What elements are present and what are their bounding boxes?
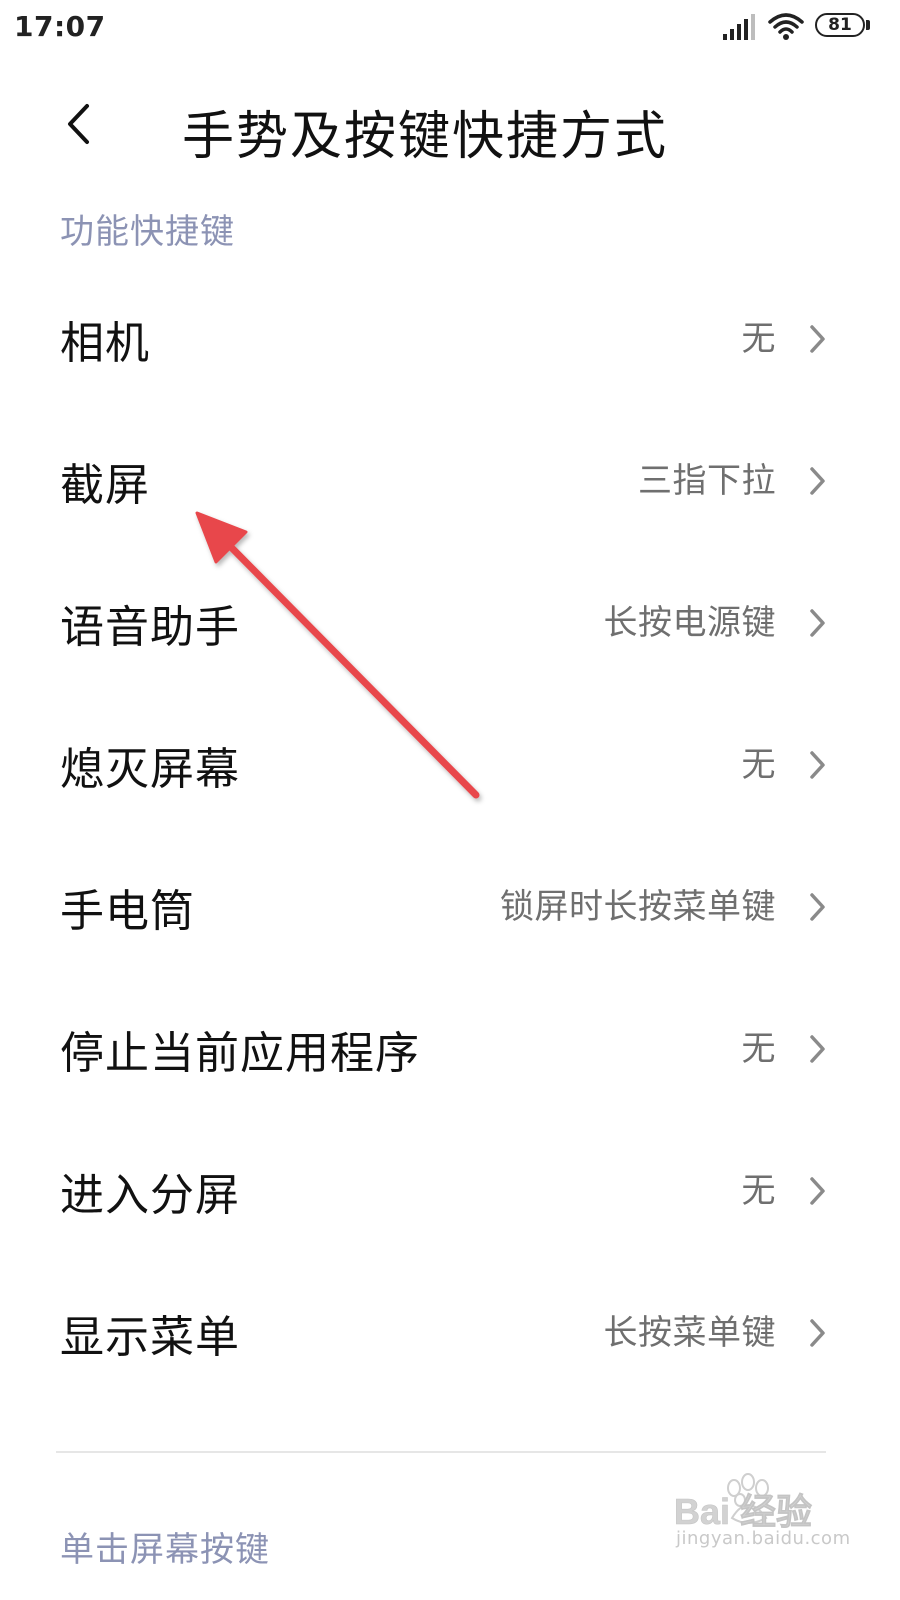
battery-tip [866,20,870,30]
list-item-value: 无 [741,319,776,359]
list-item-value: 无 [741,1171,776,1211]
watermark-logo-text: Bai 经验 [674,1491,812,1532]
watermark-url: jingyan.baidu.com [676,1528,851,1549]
header: 手势及按键快捷方式 [0,80,900,170]
back-arrow-icon [68,104,89,144]
list-item-screen-off[interactable]: 熄灭屏幕 无 [0,694,900,836]
list-item-label: 语音助手 [60,602,240,653]
list-item-stop-current-app[interactable]: 停止当前应用程序 无 [0,978,900,1120]
chevron-right-icon [810,1319,825,1347]
chevron-right-icon [810,1177,825,1205]
section-divider [56,1451,826,1453]
wifi-icon [768,13,804,40]
list-item-split-screen[interactable]: 进入分屏 无 [0,1120,900,1262]
list-item-flashlight[interactable]: 手电筒 锁屏时长按菜单键 [0,836,900,978]
list-item-label: 相机 [60,318,150,369]
list-item-label: 显示菜单 [60,1312,240,1363]
list-item-label: 进入分屏 [60,1170,240,1221]
chevron-right-icon [810,1035,825,1063]
battery-icon: 81 [815,13,871,39]
chevron-right-icon [810,609,825,637]
list-item-label: 停止当前应用程序 [60,1028,420,1079]
list-item-value: 无 [741,745,776,785]
list-item-value: 锁屏时长按菜单键 [500,887,776,927]
list-item-label: 截屏 [60,460,150,511]
section-header-tap-screen-keys: 单击屏幕按键 [60,1530,270,1570]
list-item-label: 熄灭屏幕 [60,744,240,795]
status-time: 17:07 [14,10,106,43]
list-item-show-menu[interactable]: 显示菜单 长按菜单键 [0,1262,900,1404]
signal-icon [723,14,755,40]
chevron-right-icon [810,893,825,921]
page-title: 手势及按键快捷方式 [182,107,669,167]
battery-body: 81 [815,13,865,37]
list-item-value: 长按电源键 [603,603,776,643]
chevron-right-icon [810,467,825,495]
status-bar: 17:07 81 [0,0,900,56]
list-item-value: 三指下拉 [638,461,776,501]
back-button[interactable] [48,94,108,154]
list-item-screenshot[interactable]: 截屏 三指下拉 [0,410,900,552]
screen: 17:07 81 手势及按键快捷方式 功能快捷键 相机 无 截屏 三指下拉 语音… [0,0,900,1600]
chevron-right-icon [810,751,825,779]
list-item-value: 长按菜单键 [603,1313,776,1353]
list-item-voice-assistant[interactable]: 语音助手 长按电源键 [0,552,900,694]
list-item-value: 无 [741,1029,776,1069]
list-item-label: 手电筒 [60,886,195,937]
section-header-function-shortcuts: 功能快捷键 [60,212,235,252]
chevron-right-icon [810,325,825,353]
battery-level: 81 [828,14,852,35]
list-item-camera[interactable]: 相机 无 [0,268,900,410]
